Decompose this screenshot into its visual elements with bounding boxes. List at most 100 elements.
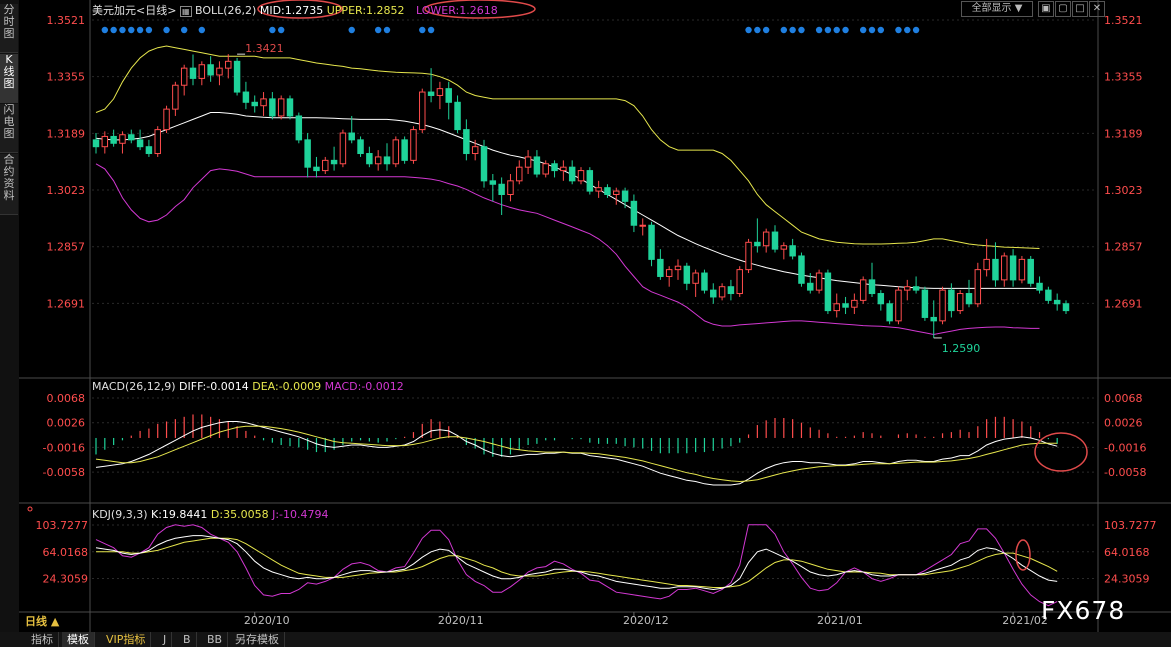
candle-body — [119, 134, 126, 144]
tab-timeshare[interactable]: 分时图 — [0, 4, 18, 53]
price-tick-left: 1.3355 — [47, 71, 86, 84]
candle-body — [551, 163, 558, 172]
symbol-name: 美元加元 — [92, 4, 136, 17]
candle-body — [471, 146, 479, 155]
candle-body — [392, 139, 400, 165]
candle-body — [701, 272, 708, 291]
candle-body — [277, 98, 285, 117]
candle-body — [736, 269, 743, 295]
candle-body — [242, 91, 250, 103]
marker-dot — [833, 26, 840, 34]
macd-diff: DIFF:-0.0014 — [179, 380, 249, 393]
tab-kline[interactable]: K线图 — [0, 54, 18, 103]
candle-body — [604, 187, 611, 196]
marker-dot — [754, 26, 761, 34]
candle-body — [480, 146, 488, 182]
candle-body — [233, 60, 241, 93]
candle-body — [912, 286, 920, 291]
candle-body — [983, 258, 990, 271]
marker-dot — [904, 26, 911, 34]
indicator-box-icon[interactable]: ▦ — [179, 6, 192, 17]
marker-dot — [374, 26, 382, 34]
marker-dot — [789, 26, 796, 34]
macd-tick-right: 0.0068 — [1104, 392, 1143, 405]
window-icon[interactable]: ▢ — [1055, 1, 1071, 17]
candle-body — [225, 60, 232, 69]
candle-body — [560, 166, 567, 172]
candle-body — [330, 159, 338, 165]
candle-body — [516, 166, 523, 182]
marker-dot — [868, 26, 876, 34]
candle-body — [419, 91, 426, 131]
price-tick-right: 1.2857 — [1104, 241, 1143, 254]
macd-dea: DEA:-0.0009 — [252, 380, 322, 393]
candle-body — [727, 286, 735, 295]
marker-dot — [145, 26, 153, 34]
high-annotation: 1.3421 — [245, 42, 284, 55]
marker-dot — [163, 26, 170, 34]
date-tick-label: 2021/01 — [817, 614, 863, 627]
tab-save-template[interactable]: 另存模板 — [230, 632, 285, 647]
watermark: FX678 — [1041, 596, 1126, 625]
date-tick-label: 2020/11 — [438, 614, 484, 627]
kdj-tick-left: 64.0168 — [43, 546, 89, 559]
main-legend: 美元加元<日线> ▦ BOLL(26,2) MID:1.2735 UPPER:1… — [92, 2, 498, 18]
price-annotations: 1.3421 1.2590 — [237, 42, 980, 355]
tab-bb[interactable]: BB — [202, 632, 229, 647]
candle-body — [1053, 299, 1061, 305]
tab-flash[interactable]: 闪电图 — [0, 104, 18, 153]
candle-body — [692, 272, 699, 284]
tab-template[interactable]: 模板 — [62, 632, 95, 647]
macd-dea-line — [95, 425, 1058, 483]
tab-j[interactable]: J — [158, 632, 173, 647]
kdj-tick-right: 103.7277 — [1104, 519, 1157, 532]
macd-tick-left: -0.0058 — [43, 466, 85, 479]
candle-body — [895, 289, 902, 322]
kdj-tick-right: 24.3059 — [1104, 573, 1150, 586]
tab-b[interactable]: B — [178, 632, 197, 647]
candle-body — [904, 286, 911, 291]
candle-body — [357, 139, 364, 155]
candle-body — [295, 115, 303, 141]
price-tick-left: 1.3189 — [47, 127, 86, 140]
candle-body — [154, 129, 161, 155]
candle-body — [313, 166, 320, 172]
price-tick-right: 1.3355 — [1104, 71, 1143, 84]
candle-body — [410, 129, 417, 161]
date-tick-label: 2020/10 — [244, 614, 290, 627]
candle-body — [595, 187, 602, 192]
tab-indicator[interactable]: 指标 — [26, 632, 59, 647]
scheme-dropdown[interactable]: 全部显示 ▼ — [961, 1, 1033, 17]
candle-body — [145, 146, 153, 155]
marker-dot — [877, 26, 885, 34]
marker-dot — [798, 26, 805, 34]
candle-body — [762, 231, 770, 247]
candle-body — [251, 101, 258, 107]
candle-body — [92, 139, 100, 148]
candle-body — [613, 190, 620, 196]
tab-contract-info[interactable]: 合约资料 — [0, 154, 18, 215]
candle-body — [489, 180, 497, 185]
marker-dot — [745, 26, 752, 34]
candle-body — [163, 108, 170, 131]
close-icon[interactable]: ✕ — [1089, 1, 1105, 17]
price-tick-right: 1.3023 — [1104, 184, 1143, 197]
window-max-icon[interactable]: □ — [1072, 1, 1088, 17]
marker-dots — [101, 26, 920, 34]
period-button[interactable]: 日线 ▲ — [20, 614, 64, 630]
marker-dot — [824, 26, 832, 34]
candle-body — [1001, 255, 1008, 281]
candle-body — [269, 98, 276, 117]
kdj-plot: 103.7277 103.7277 64.0168 64.0168 24.3059 24.… — [27, 506, 1157, 607]
marker-dot — [180, 26, 188, 34]
marker-dot — [912, 26, 920, 34]
candle-body — [128, 134, 135, 141]
image-icon[interactable]: ▣ — [1038, 1, 1054, 17]
boll-lower: LOWER:1.2618 — [416, 4, 498, 17]
kdj-j: J:-10.4794 — [272, 508, 329, 521]
marker-dot — [110, 26, 117, 34]
candle-body — [1045, 289, 1052, 301]
tab-vip-indicator[interactable]: VIP指标 — [101, 632, 152, 647]
candle-body — [851, 299, 858, 308]
candle-body — [454, 101, 461, 131]
